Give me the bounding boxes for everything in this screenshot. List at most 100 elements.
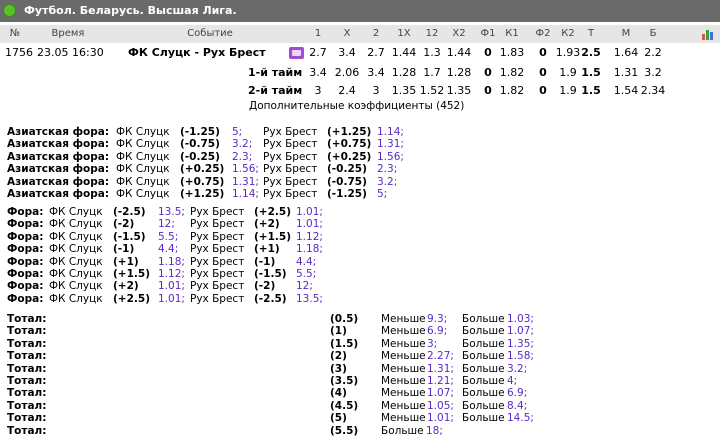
column-header: X [343,28,351,39]
odds-value[interactable]: 6.9; [507,387,527,400]
odds-value[interactable]: 4.4; [158,243,178,256]
odds-value[interactable]: 1.35; [507,338,534,351]
odds-value[interactable]: 5; [232,126,242,139]
odds-value[interactable]: 2.3; [232,151,252,164]
odds-value[interactable]: 1.14; [232,188,259,201]
odds-value[interactable]: 12; [158,218,175,231]
handicap-line: (-2) [254,280,276,293]
odds-value[interactable]: 18; [426,425,443,438]
handicap-line: (+0.25) [327,150,372,163]
odds-cell[interactable]: 2.7 [362,46,390,60]
odds-cell[interactable]: 2.06 [333,66,361,80]
odds-value[interactable]: 1.01; [296,218,323,231]
odds-cell[interactable]: 1.82 [495,84,529,98]
odds-cell[interactable]: 1.31 [610,66,642,80]
handicap-line: (+1.25) [327,126,372,138]
total-line: (2) [330,350,347,363]
team-name: ФК Слуцк [116,138,170,151]
half-label[interactable]: 1-й тайм [248,66,302,80]
handicap-line: (-1.5) [254,268,287,280]
odds-cell[interactable]: 1.54 [610,84,642,98]
odds-cell[interactable]: 2.7 [304,46,332,60]
odds-cell[interactable]: 2.34 [639,84,667,98]
odds-value[interactable]: 5; [377,188,387,201]
odds-value[interactable]: 3.2; [507,363,527,376]
stats-icon[interactable] [702,28,714,40]
odds-cell[interactable]: 1.64 [610,46,642,60]
market-label: Азиатская фора: [7,163,110,176]
odds-value[interactable]: 1.21; [427,375,454,388]
odds-value[interactable]: 8.4; [507,400,527,413]
tv-icon[interactable] [289,47,304,59]
odds-value[interactable]: 1.01; [296,206,323,219]
odds-value[interactable]: 1.14; [377,126,404,139]
odds-value[interactable]: 1.56; [232,163,259,176]
odds-value[interactable]: 3; [427,338,437,351]
odds-cell[interactable]: 3.4 [362,66,390,80]
odds-value[interactable]: 1.01; [427,412,454,425]
odds-value[interactable]: 6.9; [427,325,447,338]
odds-value[interactable]: 12; [296,280,313,293]
odds-value[interactable]: 3.2; [377,176,397,189]
team-name: Рух Брест [263,175,318,188]
team-name: ФК Слуцк [116,150,170,163]
odds-value[interactable]: 1.05; [427,400,454,413]
market-label: Фора: [7,243,44,256]
odds-value[interactable]: 3.2; [232,138,252,151]
odds-value[interactable]: 13.5; [158,206,185,219]
odds-value[interactable]: 1.31; [427,363,454,376]
odds-value[interactable]: 1.58; [507,350,534,363]
odds-value[interactable]: 5.5; [158,231,178,244]
team-name: Рух Брест [190,206,245,218]
market-label: Азиатская фора: [7,138,110,151]
odds-cell[interactable]: 1.35 [442,84,476,98]
market-label: Фора: [7,292,44,305]
additional-odds-link[interactable]: Дополнительные коэффициенты (452) [249,99,464,113]
handicap-line: (-2) [113,218,135,231]
market-label: Фора: [7,268,44,280]
odds-cell[interactable]: 3 [304,84,332,98]
odds-value[interactable]: 1.03; [507,313,534,326]
odds-value[interactable]: 1.12; [158,268,185,281]
odds-cell[interactable]: 3.4 [304,66,332,80]
odds-cell[interactable]: 3.4 [333,46,361,60]
half-label[interactable]: 2-й тайм [248,84,302,98]
odds-cell[interactable]: 1.82 [495,66,529,80]
odds-value[interactable]: 1.31; [377,138,404,151]
odds-value[interactable]: 5.5; [296,268,316,281]
odds-value[interactable]: 14.5; [507,412,534,425]
team-name: ФК Слуцк [49,255,103,268]
odds-cell[interactable]: 1.28 [442,66,476,80]
odds-value[interactable]: 1.18; [296,243,323,256]
odds-cell[interactable]: 1.44 [442,46,476,60]
odds-value[interactable]: 1.01; [158,280,185,293]
odds-value[interactable]: 9.3; [427,313,447,326]
under-label: Меньше [381,362,426,375]
handicap-line: (-1.25) [180,126,220,138]
match-event[interactable]: ФК Слуцк - Рух Брест [128,46,266,60]
odds-cell[interactable]: 3 [362,84,390,98]
odds-value[interactable]: 1.01; [158,293,185,306]
odds-value[interactable]: 1.56; [377,151,404,164]
odds-cell[interactable]: 2.2 [639,46,667,60]
odds-value[interactable]: 1.12; [296,231,323,244]
odds-value[interactable]: 1.07; [507,325,534,338]
odds-value[interactable]: 13.5; [296,293,323,306]
odds-cell[interactable]: 1.83 [495,46,529,60]
odds-cell[interactable]: 2.4 [333,84,361,98]
odds-value[interactable]: 1.07; [427,387,454,400]
odds-value[interactable]: 1.18; [158,256,185,269]
odds-value[interactable]: 4.4; [296,256,316,269]
handicap-line: (+2.5) [113,292,150,305]
odds-value[interactable]: 4; [507,375,517,388]
team-name: ФК Слуцк [49,206,103,218]
odds-value[interactable]: 2.27; [427,350,454,363]
team-name: Рух Брест [190,255,245,268]
odds-value[interactable]: 1.31; [232,176,259,189]
market-label: Азиатская фора: [7,126,110,138]
market-label: Азиатская фора: [7,175,110,188]
market-label: Тотал: [7,313,47,325]
odds-cell[interactable]: 3.2 [639,66,667,80]
handicap-line: (+1.5) [113,268,150,280]
odds-value[interactable]: 2.3; [377,163,397,176]
